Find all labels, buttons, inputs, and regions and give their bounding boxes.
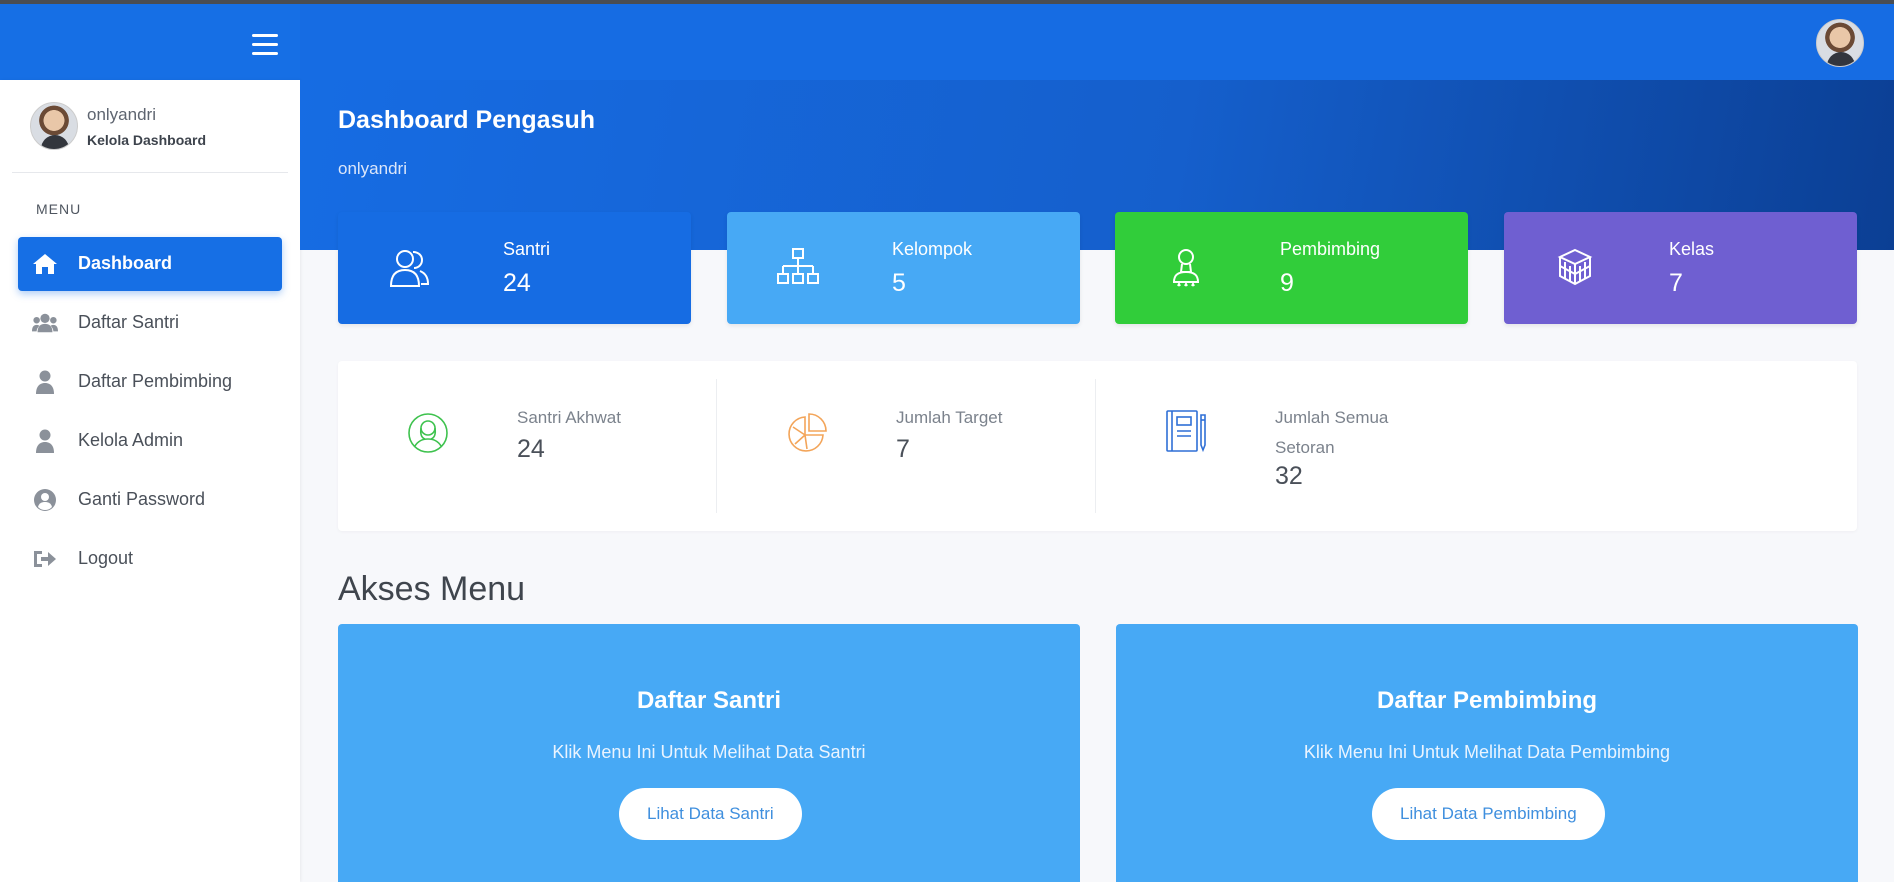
access-card-title: Daftar Pembimbing: [1376, 687, 1598, 714]
menu-heading: MENU: [36, 201, 82, 217]
access-card-daftar-santri[interactable]: Daftar Santri Klik Menu Ini Untuk Meliha…: [338, 624, 1080, 882]
pie-chart-icon: [788, 413, 827, 452]
sidebar-item-label: Kelola Admin: [78, 430, 184, 450]
lihat-data-santri-button[interactable]: Lihat Data Santri: [619, 788, 802, 840]
user-circle-icon: [34, 489, 56, 511]
sidebar-item-daftar-santri[interactable]: Daftar Santri: [18, 296, 282, 350]
users-outline-icon: [389, 250, 430, 287]
stat-card-kelas[interactable]: Kelas 7: [1504, 212, 1857, 324]
stat-card-santri[interactable]: Santri 24: [338, 212, 691, 324]
info-label-line: Jumlah Semua: [1275, 408, 1389, 427]
mentor-icon: [1172, 249, 1200, 287]
user-role: Kelola Dashboard: [87, 132, 207, 148]
sidebar-item-label: Logout: [78, 548, 134, 568]
user-icon: [36, 370, 54, 394]
users-icon: [32, 313, 58, 333]
sidebar-divider: [12, 172, 288, 173]
sidebar-brand-bar: [0, 4, 300, 80]
sidebar-item-ganti-password[interactable]: Ganti Password: [18, 473, 282, 527]
info-label-line: Setoran: [1275, 438, 1335, 457]
access-card-daftar-pembimbing[interactable]: Daftar Pembimbing Klik Menu Ini Untuk Me…: [1116, 624, 1858, 882]
info-value: 24: [517, 435, 545, 463]
female-user-icon: [408, 413, 448, 453]
hierarchy-icon: [777, 248, 819, 284]
home-icon: [33, 254, 57, 274]
sidebar-item-label: Dashboard: [78, 253, 173, 273]
sidebar-avatar: [30, 102, 78, 150]
info-santri-akhwat: Santri Akhwat 24: [338, 361, 717, 531]
info-jumlah-semua-setoran: Jumlah Semua Setoran 32: [1096, 361, 1475, 531]
lihat-data-pembimbing-button[interactable]: Lihat Data Pembimbing: [1372, 788, 1605, 840]
stat-label: Santri: [503, 239, 551, 259]
hamburger-menu-icon[interactable]: [252, 34, 278, 56]
header-avatar[interactable]: [1816, 19, 1864, 67]
top-header: [300, 4, 1894, 80]
boxes-icon: [1557, 248, 1593, 286]
info-label: Santri Akhwat: [517, 408, 621, 427]
stat-value: 9: [1280, 269, 1294, 297]
stat-value: 7: [1669, 269, 1683, 297]
sidebar-item-label: Daftar Santri: [78, 312, 180, 332]
info-label: Jumlah Target: [896, 408, 1003, 427]
sidebar-item-kelola-admin[interactable]: Kelola Admin: [18, 414, 282, 468]
info-panel: Santri Akhwat 24 Jumlah Target 7 Jumlah …: [338, 361, 1857, 531]
page-subtitle: onlyandri: [338, 159, 407, 178]
notebook-pen-icon: [1166, 410, 1206, 453]
user-name: onlyandri: [87, 105, 156, 124]
access-card-description: Klik Menu Ini Untuk Melihat Data Pembimb…: [1303, 742, 1671, 762]
sidebar-item-dashboard[interactable]: Dashboard: [18, 237, 282, 291]
stat-value: 5: [892, 269, 906, 297]
info-value: 32: [1275, 462, 1303, 490]
info-jumlah-target: Jumlah Target 7: [717, 361, 1096, 531]
sidebar-item-daftar-pembimbing[interactable]: Daftar Pembimbing: [18, 355, 282, 409]
info-label: Jumlah Semua Setoran: [1275, 403, 1388, 463]
stat-value: 24: [503, 269, 531, 297]
stat-label: Kelas: [1669, 239, 1715, 259]
stat-card-pembimbing[interactable]: Pembimbing 9: [1115, 212, 1468, 324]
section-title-akses-menu: Akses Menu: [338, 570, 526, 608]
stat-label: Pembimbing: [1280, 239, 1381, 259]
sidebar-item-logout[interactable]: Logout: [18, 532, 282, 586]
access-card-title: Daftar Santri: [636, 687, 782, 714]
sign-out-icon: [34, 551, 56, 567]
user-icon: [36, 429, 54, 453]
page-title: Dashboard Pengasuh: [338, 106, 595, 134]
sidebar-item-label: Daftar Pembimbing: [78, 371, 233, 391]
stat-label: Kelompok: [892, 239, 973, 259]
sidebar-item-label: Ganti Password: [78, 489, 206, 509]
sidebar: onlyandri Kelola Dashboard MENU Dashboar…: [0, 80, 300, 882]
info-value: 7: [896, 435, 910, 463]
access-card-description: Klik Menu Ini Untuk Melihat Data Santri: [552, 742, 866, 762]
stat-card-kelompok[interactable]: Kelompok 5: [727, 212, 1080, 324]
